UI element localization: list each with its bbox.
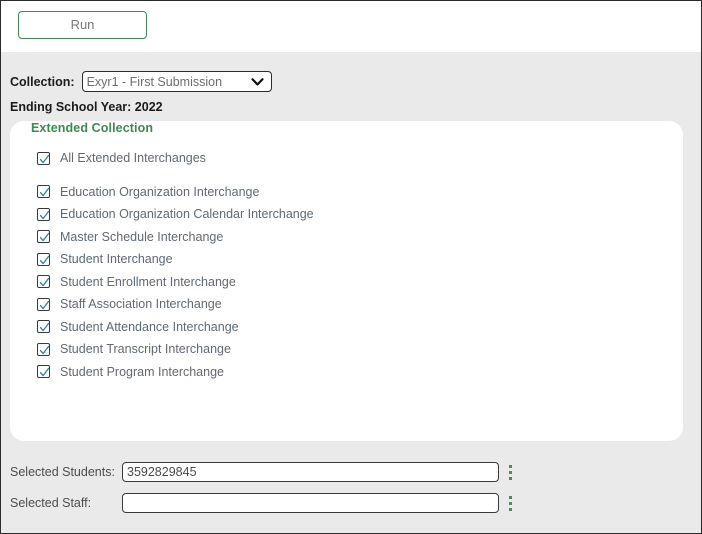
check-icon bbox=[39, 210, 50, 219]
check-icon bbox=[39, 278, 50, 287]
check-icon bbox=[39, 345, 50, 354]
checkbox-label[interactable]: Student Attendance Interchange bbox=[60, 320, 239, 334]
application-window: Run Collection: Exyr1 - First Submission… bbox=[0, 0, 702, 534]
checkbox-row[interactable]: Staff Association Interchange bbox=[37, 293, 314, 316]
checkbox-student-attendance-interchange[interactable] bbox=[37, 320, 50, 334]
checkbox-label[interactable]: Student Enrollment Interchange bbox=[60, 275, 236, 289]
collection-row: Collection: Exyr1 - First Submission bbox=[10, 71, 272, 92]
checkbox-row[interactable]: Student Interchange bbox=[37, 248, 314, 271]
selected-students-label: Selected Students: bbox=[10, 465, 115, 479]
check-icon bbox=[39, 323, 50, 332]
checkbox-student-transcript-interchange[interactable] bbox=[37, 342, 50, 356]
checkbox-row[interactable]: Student Attendance Interchange bbox=[37, 316, 314, 339]
checkbox-all-extended-interchanges[interactable] bbox=[37, 151, 50, 165]
checkbox-row[interactable]: Student Transcript Interchange bbox=[37, 338, 314, 361]
checkbox-education-organization-calendar-interchange[interactable] bbox=[37, 207, 50, 221]
checkbox-label[interactable]: Student Program Interchange bbox=[60, 365, 224, 379]
selected-staff-input[interactable] bbox=[122, 493, 499, 513]
checkbox-row[interactable]: Education Organization Calendar Intercha… bbox=[37, 203, 314, 226]
check-icon bbox=[39, 154, 50, 163]
checkbox-row[interactable]: Student Enrollment Interchange bbox=[37, 271, 314, 294]
checkbox-row[interactable]: Education Organization Interchange bbox=[37, 181, 314, 204]
checkbox-student-program-interchange[interactable] bbox=[37, 365, 50, 379]
checkbox-label[interactable]: Master Schedule Interchange bbox=[60, 230, 223, 244]
checkbox-label[interactable]: All Extended Interchanges bbox=[60, 151, 206, 165]
checkbox-label[interactable]: Student Interchange bbox=[60, 252, 173, 266]
selected-students-row: Selected Students: bbox=[10, 462, 515, 482]
collection-label: Collection: bbox=[10, 74, 75, 89]
selected-staff-row: Selected Staff: bbox=[10, 493, 515, 513]
ending-school-year-text: Ending School Year: 2022 bbox=[10, 100, 163, 114]
check-icon bbox=[39, 300, 50, 309]
page-body: Collection: Exyr1 - First Submission End… bbox=[1, 52, 701, 533]
collection-select-wrapper: Exyr1 - First Submission bbox=[81, 71, 272, 92]
check-icon bbox=[39, 188, 50, 197]
toolbar: Run bbox=[1, 1, 701, 52]
selected-students-menu-icon[interactable] bbox=[505, 462, 515, 482]
checkbox-staff-association-interchange[interactable] bbox=[37, 297, 50, 311]
check-icon bbox=[39, 255, 50, 264]
run-button[interactable]: Run bbox=[18, 11, 147, 39]
checkbox-label[interactable]: Education Organization Interchange bbox=[60, 185, 259, 199]
interchange-checkbox-list: All Extended Interchanges Education Orga… bbox=[37, 147, 314, 383]
checkbox-row[interactable]: All Extended Interchanges bbox=[37, 147, 314, 170]
check-icon bbox=[39, 233, 50, 242]
check-icon bbox=[39, 368, 50, 377]
checkbox-label[interactable]: Staff Association Interchange bbox=[60, 297, 222, 311]
checkbox-label[interactable]: Education Organization Calendar Intercha… bbox=[60, 207, 314, 221]
selected-staff-menu-icon[interactable] bbox=[505, 493, 515, 513]
selected-staff-label: Selected Staff: bbox=[10, 496, 92, 510]
checkbox-master-schedule-interchange[interactable] bbox=[37, 230, 50, 244]
collection-select[interactable]: Exyr1 - First Submission bbox=[81, 71, 272, 92]
extended-collection-title: Extended Collection bbox=[31, 121, 154, 135]
checkbox-row[interactable]: Master Schedule Interchange bbox=[37, 226, 314, 249]
checkbox-student-interchange[interactable] bbox=[37, 252, 50, 266]
checkbox-row[interactable]: Student Program Interchange bbox=[37, 361, 314, 384]
checkbox-education-organization-interchange[interactable] bbox=[37, 185, 50, 199]
selected-students-input[interactable] bbox=[122, 462, 499, 482]
checkbox-student-enrollment-interchange[interactable] bbox=[37, 275, 50, 289]
checkbox-label[interactable]: Student Transcript Interchange bbox=[60, 342, 231, 356]
